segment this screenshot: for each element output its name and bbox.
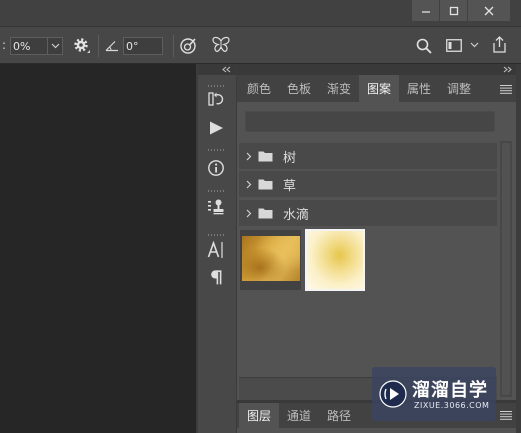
chevron-down-icon — [470, 42, 479, 48]
watermark: 溜溜自学 ZIXUE.3066.COM — [372, 367, 496, 421]
pressure-opacity-button[interactable] — [179, 37, 197, 55]
chevron-down-icon — [51, 43, 60, 49]
info-icon — [207, 159, 225, 177]
workspace-icon — [446, 39, 462, 52]
panel-menu-button[interactable] — [500, 85, 512, 94]
folder-icon — [258, 207, 273, 219]
tab-adjustments[interactable]: 调整 — [439, 75, 479, 102]
separator — [173, 35, 174, 57]
pattern-search-input[interactable] — [245, 111, 495, 132]
maximize-icon — [449, 6, 459, 16]
flow-label: : — [2, 38, 7, 52]
clone-source-panel-button[interactable] — [207, 198, 225, 216]
tab-properties[interactable]: 属性 — [399, 75, 439, 102]
tab-gradients[interactable]: 渐变 — [319, 75, 359, 102]
actions-icon — [207, 119, 225, 137]
history-panel-button[interactable] — [207, 90, 225, 108]
minimize-button[interactable] — [412, 0, 439, 21]
tab-paths[interactable]: 路径 — [319, 403, 359, 428]
panel-group-grip[interactable] — [208, 85, 226, 87]
panel-group-grip[interactable] — [208, 149, 226, 151]
document-canvas[interactable] — [0, 64, 196, 433]
watermark-title: 溜溜自学 — [412, 380, 488, 401]
folder-icon — [258, 150, 273, 162]
workspace-dropdown[interactable] — [470, 42, 479, 48]
close-button[interactable] — [468, 0, 510, 21]
pattern-group-name: 草 — [283, 178, 297, 194]
minimize-icon — [421, 6, 431, 16]
airbrush-icon — [179, 37, 197, 55]
character-icon — [207, 241, 225, 259]
separator — [98, 35, 99, 57]
collapse-panels-icon — [503, 66, 512, 73]
angle-input[interactable] — [123, 37, 163, 55]
actions-panel-button[interactable] — [207, 119, 225, 137]
maximize-button[interactable] — [440, 0, 467, 21]
patterns-panel-tabbar: 颜色 色板 渐变 图案 属性 调整 — [237, 75, 516, 102]
watermark-url: ZIXUE.3066.COM — [414, 401, 490, 410]
pattern-thumbnail[interactable] — [240, 230, 301, 290]
options-bar: : — [0, 27, 521, 64]
pattern-group-row[interactable]: 草 — [239, 171, 497, 197]
chevron-right-icon[interactable] — [246, 180, 252, 189]
chevron-right-icon[interactable] — [246, 209, 252, 218]
panel-group-grip[interactable] — [208, 190, 226, 192]
paragraph-icon — [207, 268, 225, 286]
clone-source-icon — [207, 198, 225, 216]
collapsed-panel-strip — [198, 64, 236, 433]
gear-icon — [73, 37, 91, 55]
close-icon — [484, 6, 494, 16]
paragraph-panel-button[interactable] — [207, 268, 225, 286]
character-panel-button[interactable] — [207, 241, 225, 259]
pattern-group-row[interactable]: 水滴 — [239, 200, 497, 226]
scrollbar-thumb[interactable] — [502, 143, 510, 395]
info-panel-button[interactable] — [207, 159, 225, 177]
strip-header — [198, 64, 236, 75]
search-icon — [416, 38, 432, 54]
patterns-panel-body: 树 草 水滴 — [237, 102, 516, 400]
history-icon — [207, 90, 225, 108]
tab-patterns[interactable]: 图案 — [359, 75, 399, 102]
share-button[interactable] — [491, 36, 508, 53]
tab-channels[interactable]: 通道 — [279, 403, 319, 428]
panel-group-grip[interactable] — [208, 234, 226, 236]
expand-panels-button[interactable] — [222, 66, 231, 73]
pattern-thumbnail-selected[interactable] — [305, 229, 365, 291]
panel-scrollbar[interactable] — [500, 141, 512, 397]
pattern-group-row[interactable]: 树 — [239, 143, 497, 169]
search-button[interactable] — [416, 38, 432, 54]
flow-input[interactable] — [10, 37, 48, 55]
brush-settings-button[interactable] — [73, 37, 91, 55]
layers-menu-button[interactable] — [500, 411, 512, 420]
tab-color[interactable]: 颜色 — [239, 75, 279, 102]
collapse-panels-button[interactable] — [503, 66, 512, 73]
flow-dropdown-button[interactable] — [48, 37, 63, 55]
tab-layers[interactable]: 图层 — [239, 403, 279, 428]
tab-swatches[interactable]: 色板 — [279, 75, 319, 102]
pattern-group-name: 树 — [283, 150, 297, 166]
folder-icon — [258, 178, 273, 190]
workspace-button[interactable] — [446, 39, 462, 52]
angle-icon — [105, 39, 119, 52]
symmetry-button[interactable] — [211, 36, 231, 54]
panel-menu-icon — [500, 85, 512, 94]
chevron-right-icon[interactable] — [246, 152, 252, 161]
pattern-swatch-image — [242, 236, 300, 281]
pattern-swatch-image — [307, 231, 363, 289]
symmetry-icon — [211, 36, 231, 54]
share-icon — [491, 36, 508, 53]
panel-menu-icon — [500, 411, 512, 420]
title-bar — [0, 0, 521, 27]
pattern-group-name: 水滴 — [283, 207, 310, 223]
watermark-logo-icon — [379, 380, 407, 408]
dock-header — [237, 64, 516, 75]
expand-panels-icon — [222, 66, 231, 73]
